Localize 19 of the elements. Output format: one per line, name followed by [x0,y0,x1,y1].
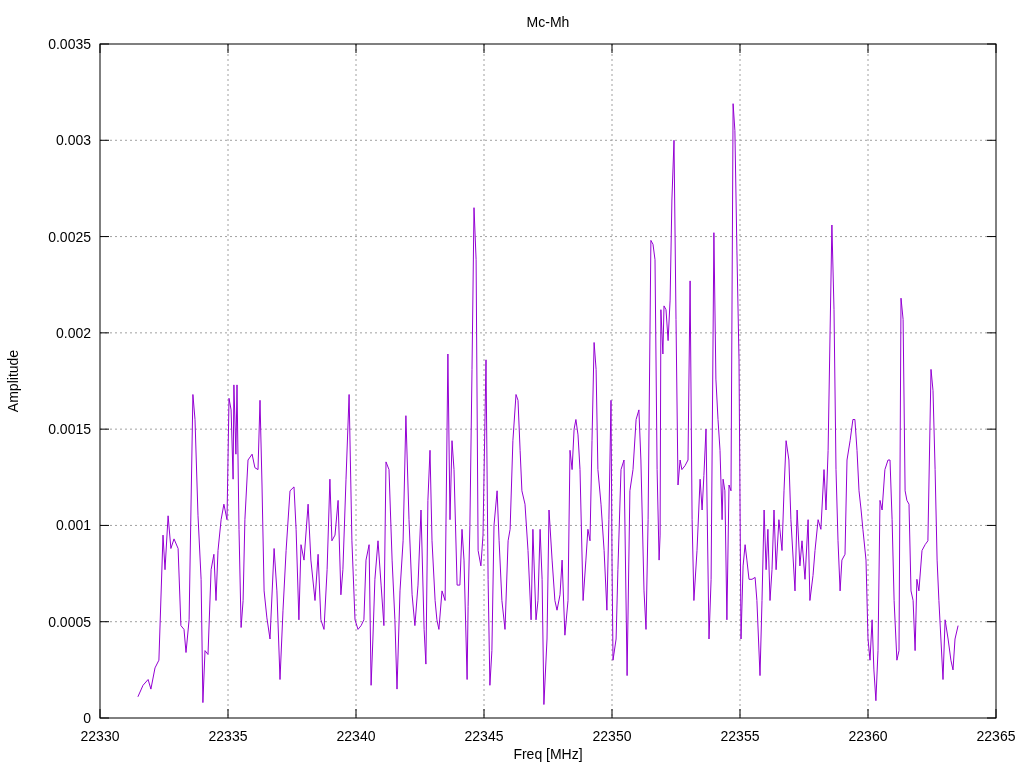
x-axis-label: Freq [MHz] [513,746,583,762]
x-tick-label: 22360 [848,728,888,744]
x-tick-label: 22340 [336,728,376,744]
chart-title: Mc-Mh [526,14,570,30]
x-tick-label: 22355 [720,728,760,744]
x-tick-label: 22350 [592,728,632,744]
y-tick-label: 0.0005 [48,613,91,630]
y-axis-label: Amplitude [5,349,21,413]
y-tick-label: 0.0015 [48,421,91,438]
x-tick-label: 22345 [464,728,504,744]
y-tick-label: 0.001 [55,517,91,534]
x-tick-label: 22335 [208,728,248,744]
y-tick-label: 0.0025 [48,228,91,245]
x-tick-label: 22365 [976,728,1016,744]
y-tick-label: 0.003 [55,132,91,149]
y-tick-label: 0.002 [55,324,91,341]
x-tick-label: 22330 [80,728,120,744]
y-tick-label: 0.0035 [48,36,91,52]
y-tick-label: 0 [83,710,91,726]
